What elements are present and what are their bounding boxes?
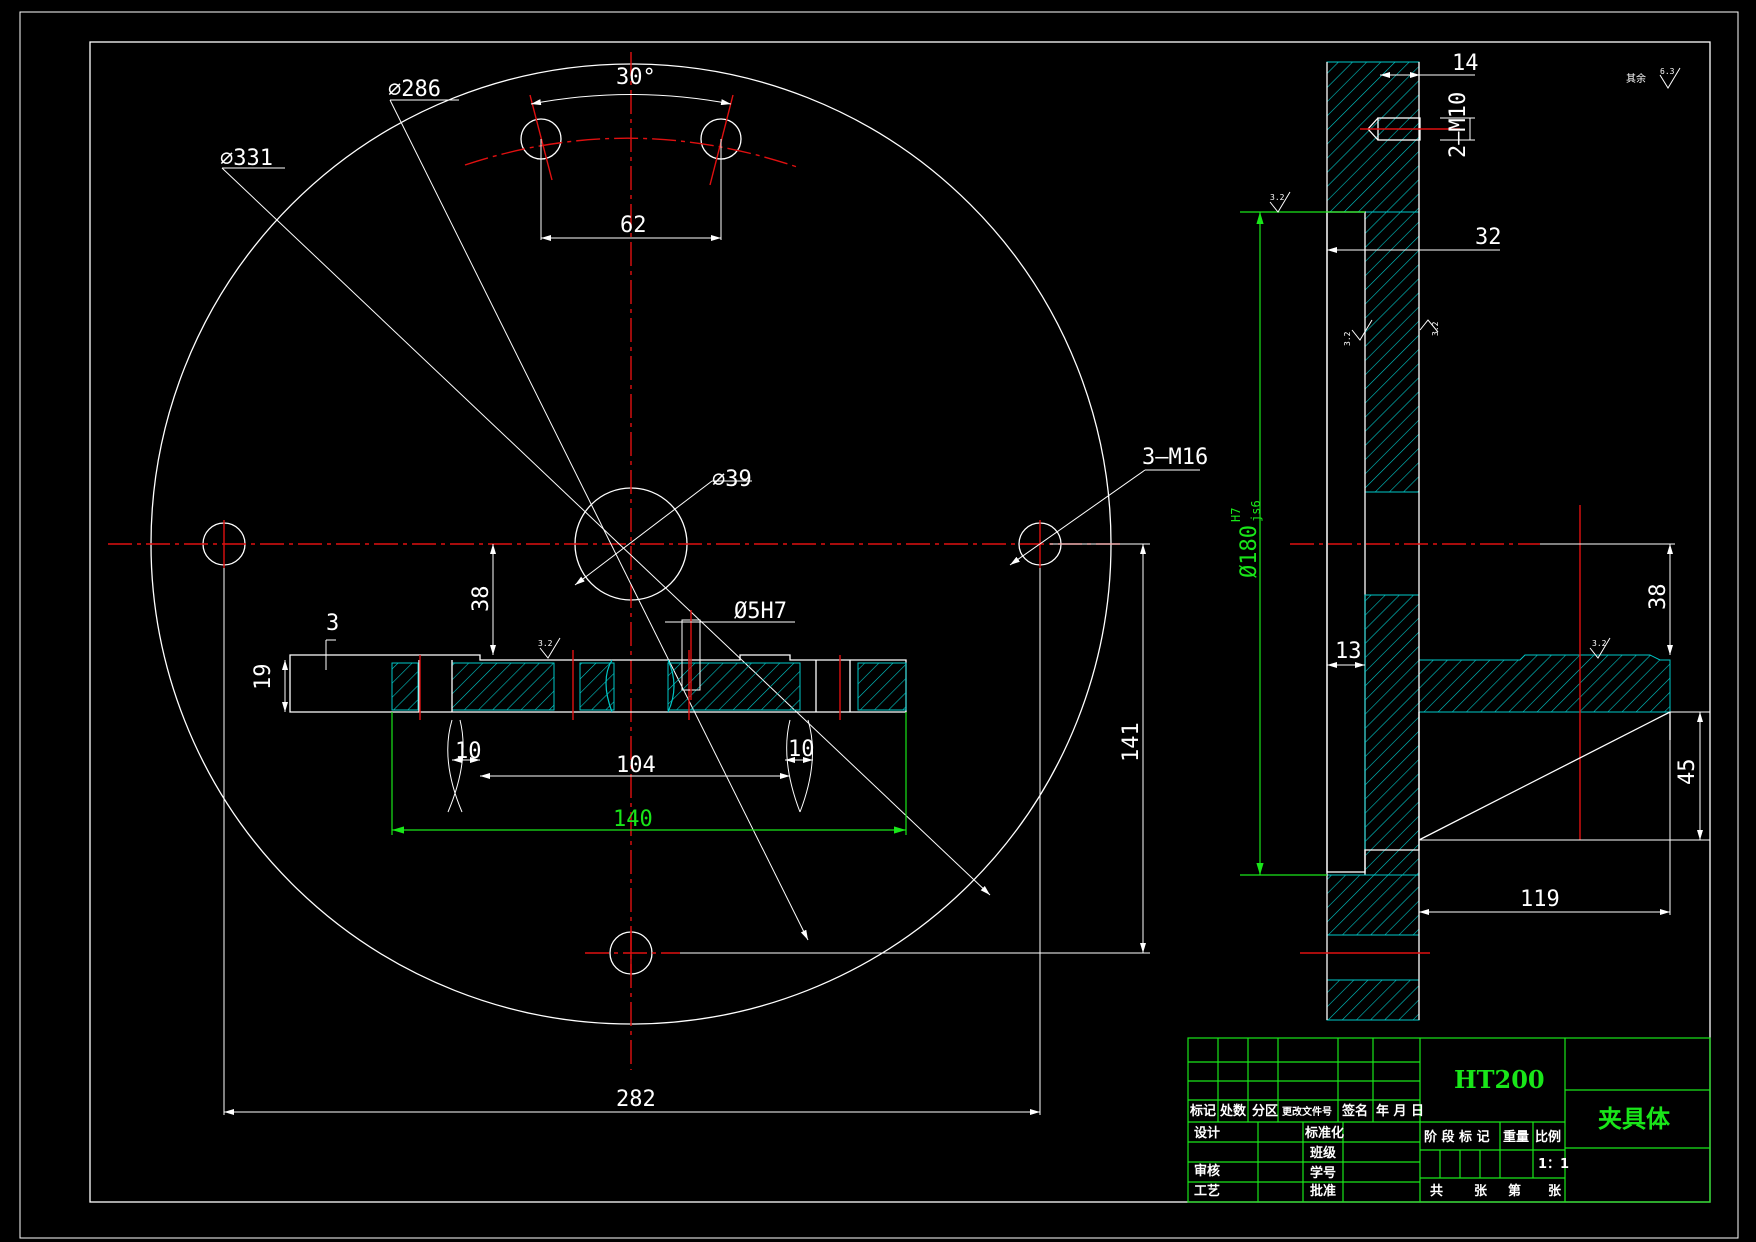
part-name: 夹具体 [1598, 1104, 1671, 1133]
row-id: 学号 [1310, 1165, 1336, 1181]
dim-38-front: 38 [469, 586, 494, 613]
dim-2m10: 2—M10 [1446, 92, 1471, 158]
rev-col-3: 更改文件号 [1282, 1105, 1332, 1118]
dim-62: 62 [620, 213, 647, 238]
dim-d39: ⌀39 [712, 467, 752, 492]
row-std: 标准化 [1304, 1125, 1344, 1141]
dim-30deg: 30° [616, 65, 656, 90]
pin-arc-centerline [464, 137, 801, 169]
rev-col-4: 签名 [1341, 1103, 1368, 1119]
roughness-corner-label: 其余 [1626, 72, 1646, 85]
drawing-sheet: ⌀286 ⌀331 30° 62 ⌀39 3—M16 Ø5H7 3 19 38 … [19, 11, 1739, 1239]
weight-col: 重量 [1503, 1129, 1529, 1145]
dim-45: 45 [1675, 759, 1700, 786]
roughness-2: 3.2 [538, 639, 553, 648]
dim-d180-fit-up: H7 [1229, 508, 1243, 522]
side-view [1240, 61, 1710, 1021]
front-view [108, 52, 1200, 1115]
dim-3m16: 3—M16 [1142, 445, 1208, 470]
rev-col-5: 年 月 日 [1376, 1103, 1424, 1119]
row-approve: 批准 [1310, 1183, 1336, 1199]
dim-140: 140 [613, 807, 653, 832]
roughness-corner-value: 6.3 [1660, 67, 1675, 76]
dim-119: 119 [1520, 887, 1560, 912]
dim-d286: ⌀286 [388, 77, 441, 102]
material: HT200 [1454, 1065, 1545, 1094]
scale-col: 比例 [1535, 1129, 1561, 1145]
dim-14: 14 [1452, 51, 1479, 76]
row-review: 审核 [1194, 1163, 1220, 1179]
row-class: 班级 [1310, 1145, 1337, 1161]
roughness-4: 3.2 [1431, 321, 1440, 336]
rev-col-1: 处数 [1219, 1103, 1247, 1119]
sheet-no-label: 第 [1508, 1183, 1521, 1199]
dim-3: 3 [326, 611, 339, 636]
dim-32: 32 [1475, 225, 1502, 250]
roughness-3: 3.2 [1343, 331, 1352, 346]
dim-141: 141 [1119, 722, 1144, 762]
dim-10-right: 10 [788, 737, 815, 762]
dim-13: 13 [1335, 639, 1362, 664]
dim-d331: ⌀331 [220, 146, 273, 171]
sheet-unit-1: 张 [1474, 1184, 1488, 1199]
dim-104: 104 [616, 753, 656, 778]
dim-d5h7: Ø5H7 [734, 599, 787, 624]
sheet-total-label: 共 [1430, 1183, 1443, 1199]
scale-value: 1：1 [1538, 1157, 1569, 1172]
stage-col: 阶 段 标 记 [1424, 1129, 1490, 1145]
dim-10-left: 10 [455, 739, 482, 764]
sheet-unit-2: 张 [1548, 1184, 1562, 1199]
dim-282: 282 [616, 1087, 656, 1112]
outer-border [19, 11, 1739, 1239]
dim-d180: Ø180 [1237, 525, 1262, 578]
roughness-1: 3.2 [1270, 193, 1285, 202]
rev-col-2: 分区 [1252, 1103, 1278, 1119]
dim-d180-fit-lo: js6 [1249, 500, 1263, 522]
row-process: 工艺 [1194, 1183, 1220, 1199]
dim-38-side: 38 [1646, 584, 1671, 611]
roughness-5: 3.2 [1592, 639, 1607, 648]
dim-19: 19 [251, 664, 276, 691]
row-design: 设计 [1194, 1125, 1220, 1141]
rev-col-0: 标记 [1189, 1103, 1216, 1119]
